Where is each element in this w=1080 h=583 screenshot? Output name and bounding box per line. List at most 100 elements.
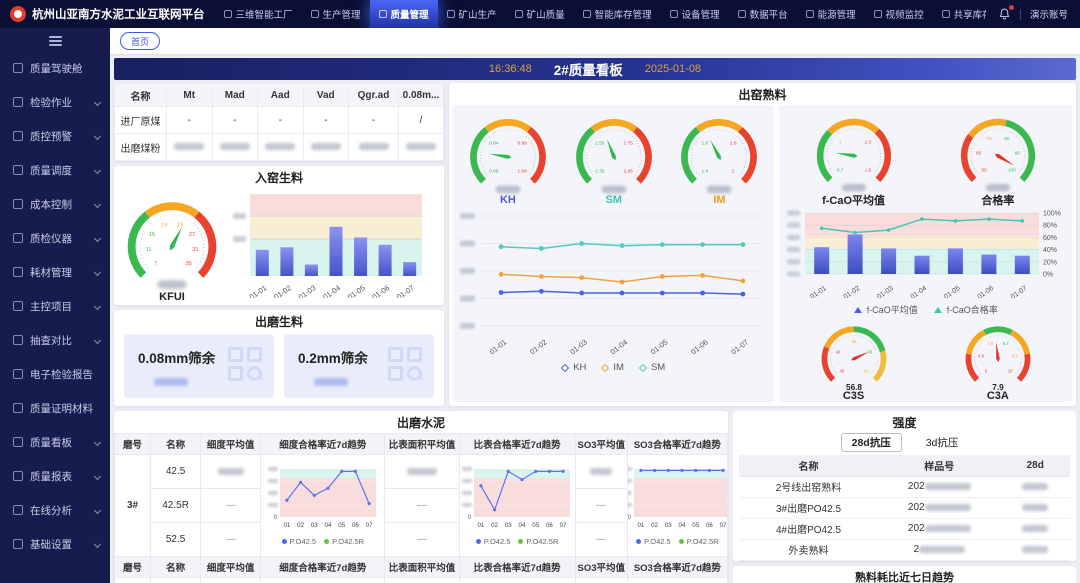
- sidebar-item-quality-cert-materials[interactable]: 质量证明材料: [0, 391, 110, 425]
- grid-search-icon: [228, 347, 264, 383]
- sidebar-item-quality-alert[interactable]: 质控预警: [0, 119, 110, 153]
- svg-text:19: 19: [161, 222, 167, 228]
- top-nav: 杭州山亚南方水泥工业互联网平台 三维智能工厂 生产管理 质量管理 矿山生产 矿山质量 智能…: [0, 0, 1080, 28]
- kh-gauge-svg: 0.89 0.94 0.99 1.04: [470, 119, 546, 194]
- legend-item-KH[interactable]: KH: [560, 362, 586, 373]
- svg-text:23: 23: [177, 222, 183, 228]
- brand: 杭州山亚南方水泥工业互联网平台: [0, 6, 215, 22]
- sidebar-item-label: 检验作业: [30, 96, 72, 109]
- sidebar-item-spot-check-compare[interactable]: 抽查对比: [0, 323, 110, 357]
- account-name[interactable]: 演示账号: [1030, 7, 1068, 21]
- nav-item-quality-mgmt[interactable]: 质量管理: [369, 0, 438, 28]
- clinker-title: 出窑熟料: [738, 88, 787, 102]
- sidebar-item-label: 主控项目: [30, 300, 72, 313]
- cement-title: 出磨水泥: [396, 416, 445, 430]
- nav-item-shared-inventory[interactable]: 共享库存: [933, 0, 986, 28]
- cement-col-header: 细度合格率近7d趋势: [260, 556, 386, 578]
- nav-item-smart-inventory[interactable]: 智能库存管理: [574, 0, 661, 28]
- svg-text:03: 03: [311, 522, 318, 529]
- strength-name: 2号线出窑熟料: [739, 476, 879, 498]
- pass-rate-gauge: 50 60 70 80 90 100 合格率: [951, 107, 1045, 208]
- legend-item-IM[interactable]: IM: [601, 362, 624, 373]
- sidebar-item-quality-cockpit[interactable]: 质量驾驶舱: [0, 51, 110, 85]
- cement-col-header: 名称: [150, 556, 202, 578]
- sidebar-item-inspection-jobs[interactable]: 检验作业: [0, 85, 110, 119]
- c3a-gauge-svg: 66.87.6 8.49.2107.9: [965, 326, 1031, 392]
- sidebar-item-e-inspection-report[interactable]: 电子检验报告: [0, 357, 110, 391]
- svg-text:01-02: 01-02: [272, 283, 293, 298]
- cement-name: 42.5: [150, 454, 202, 489]
- main-control-items-icon: [13, 301, 23, 311]
- nav-item-mine-production[interactable]: 矿山生产: [438, 0, 506, 28]
- nav-item-equipment-mgmt[interactable]: 设备管理: [661, 0, 729, 28]
- blurred-value: [406, 143, 436, 151]
- svg-text:01-01: 01-01: [488, 337, 509, 356]
- strength-title: 强度: [892, 416, 917, 430]
- svg-text:01: 01: [478, 522, 485, 529]
- svg-text:06: 06: [352, 522, 359, 529]
- cement-col-header: 比表合格率近7d趋势: [458, 433, 576, 455]
- strength-col-header: 28d: [1000, 455, 1070, 477]
- svg-text:01-05: 01-05: [943, 285, 962, 298]
- sidebar-item-quality-reports[interactable]: 质量报表: [0, 459, 110, 493]
- chevron-down-icon: [93, 336, 102, 344]
- clinker-line-legend: KH IM SM: [455, 361, 772, 374]
- strength-name: 3#出磨PO42.5: [739, 497, 879, 519]
- sidebar-item-basic-settings[interactable]: 基础设置: [0, 527, 110, 561]
- sidebar-item-label: 质量调度: [30, 164, 72, 177]
- legend-item-fcao-rate[interactable]: f-CaO合格率: [933, 303, 998, 316]
- strength-col-header: 名称: [739, 455, 879, 477]
- svg-text:1.8: 1.8: [730, 140, 737, 146]
- mill-raw-cards: 0.08mm筛余 0.2mm筛余: [114, 332, 444, 406]
- cement-table: 磨号 名称 细度平均值 细度合格率近7d趋势 比表面积平均值 比表合格率近7d趋势 SO3平…: [114, 433, 728, 583]
- nav-item-data-platform[interactable]: 数据平台: [729, 0, 797, 28]
- coal-cell: [166, 133, 213, 161]
- nav-item-mine-quality[interactable]: 矿山质量: [506, 0, 574, 28]
- sidebar-item-quality-board[interactable]: 质量看板: [0, 425, 110, 459]
- svg-text:03: 03: [505, 522, 512, 529]
- coal-cell: -: [211, 106, 258, 134]
- coal-cell: [302, 133, 349, 161]
- sidebar-item-label: 质量驾驶舱: [30, 62, 83, 75]
- quality-alert-icon: [13, 131, 23, 141]
- strength-tab-3d[interactable]: 3d抗压: [916, 434, 969, 451]
- sidebar-item-cost-control[interactable]: 成本控制: [0, 187, 110, 221]
- sidebar-item-qc-instruments[interactable]: 质检仪器: [0, 221, 110, 255]
- sidebar-item-quality-dispatch[interactable]: 质量调度: [0, 153, 110, 187]
- notification-bell-icon[interactable]: [998, 4, 1015, 21]
- svg-text:0.89: 0.89: [489, 169, 499, 175]
- nav-item-video-monitor[interactable]: 视频监控: [865, 0, 933, 28]
- coal-cell: [257, 133, 304, 161]
- nav-item-production-mgmt[interactable]: 生产管理: [302, 0, 370, 28]
- svg-text:07: 07: [365, 522, 372, 529]
- svg-text:40: 40: [839, 368, 844, 373]
- cement-row: 3# 42.5 0 01 02 03 04 05 06 07 P.O42.5 P.O42.5R 0 01 0…: [114, 454, 728, 557]
- sidebar-item-label: 电子检验报告: [30, 368, 93, 381]
- nav-item-energy-mgmt[interactable]: 能源管理: [797, 0, 865, 28]
- svg-text:70: 70: [986, 136, 992, 141]
- nav-item-smart-factory[interactable]: 三维智能工厂: [215, 0, 302, 28]
- quality-board-icon: [13, 437, 23, 447]
- sidebar-item-online-analysis[interactable]: 在线分析: [0, 493, 110, 527]
- fineness-avg: [200, 454, 262, 489]
- platform-title: 杭州山亚南方水泥工业互联网平台: [32, 9, 205, 21]
- legend-item-fcao-avg[interactable]: f-CaO平均值: [853, 303, 918, 316]
- legend-item-SM[interactable]: SM: [638, 362, 665, 373]
- quality-cockpit-icon: [13, 63, 23, 73]
- fcao-combo-chart: 0% 20% 40% 60% 80% 100% 01-01 01-02 01-03 01-04 01…: [787, 210, 1061, 301]
- svg-text:11: 11: [146, 247, 152, 253]
- blurred-value: [217, 467, 244, 475]
- sidebar-item-consumables-mgmt[interactable]: 耗材管理: [0, 255, 110, 289]
- fcao-gauges: 0.7 1 1.3 1.6 f-CaO平均值 50 60 70 80 90 100 合格率: [781, 107, 1070, 208]
- online-analysis-icon: [13, 505, 23, 515]
- strength-tab-28d[interactable]: 28d抗压: [840, 433, 902, 452]
- sidebar-collapse-icon[interactable]: [48, 36, 62, 46]
- qc-instruments-icon: [13, 233, 23, 243]
- sidebar-item-main-control-items[interactable]: 主控项目: [0, 289, 110, 323]
- strength-sample: 202: [878, 497, 1001, 519]
- svg-text:9.2: 9.2: [1012, 354, 1018, 359]
- svg-text:27: 27: [189, 232, 195, 238]
- breadcrumb-home[interactable]: 首页: [120, 32, 161, 50]
- clinker-line-chart: 01-01 01-02 01-03 01-04 01-05 01-06 01-07: [460, 213, 763, 356]
- so3-trend-spark: 0 01 02 03 04 05 06 07 P.O42.5 P.O42.5R: [626, 454, 728, 557]
